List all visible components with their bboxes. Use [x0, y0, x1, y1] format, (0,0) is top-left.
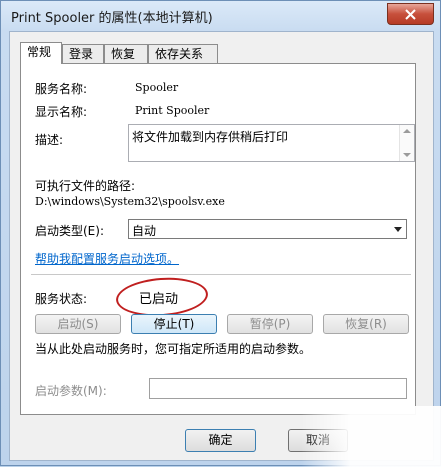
scroll-down-icon[interactable] [403, 153, 411, 157]
display-name-label: 显示名称: [35, 105, 88, 119]
properties-dialog: Print Spooler 的属性(本地计算机) 常规 登录 恢复 依存关系 服… [0, 0, 441, 467]
dialog-client: 常规 登录 恢复 依存关系 服务名称: Spooler 显示名称: Print … [9, 31, 434, 461]
window-title: Print Spooler 的属性(本地计算机) [11, 11, 213, 26]
resume-button[interactable]: 恢复(R) [323, 314, 409, 334]
close-icon [405, 8, 416, 20]
cancel-button[interactable]: 取消 [288, 429, 348, 452]
description-value: 将文件加载到内存供稍后打印 [132, 130, 289, 144]
scroll-up-icon[interactable] [403, 129, 411, 133]
general-tab-panel: 服务名称: Spooler 显示名称: Print Spooler 描述: 将文… [20, 63, 416, 415]
startup-type-label: 启动类型(E): [35, 224, 104, 238]
startup-type-select[interactable]: 自动 [128, 219, 407, 239]
display-name-value: Print Spooler [135, 104, 210, 117]
help-link[interactable]: 帮助我配置服务启动选项。 [35, 250, 179, 267]
description-label: 描述: [35, 133, 64, 147]
start-params-label: 启动参数(M): [35, 384, 107, 398]
start-params-input[interactable] [149, 378, 407, 399]
tab-logon[interactable]: 登录 [62, 44, 104, 63]
description-scrollbar[interactable] [399, 125, 414, 161]
exe-path-label: 可执行文件的路径: [35, 179, 136, 193]
startup-type-value: 自动 [132, 224, 157, 238]
pause-button[interactable]: 暂停(P) [227, 314, 313, 334]
tab-recovery[interactable]: 恢复 [104, 44, 148, 63]
ok-button[interactable]: 确定 [185, 429, 256, 452]
tab-general[interactable]: 常规 [20, 42, 62, 64]
service-status-label: 服务状态: [35, 292, 88, 306]
exe-path-value: D:\windows\System32\spoolsv.exe [35, 195, 225, 208]
start-button[interactable]: 启动(S) [35, 314, 121, 334]
annotation-circle [114, 274, 210, 320]
stop-button[interactable]: 停止(T) [131, 314, 217, 334]
description-box[interactable]: 将文件加载到内存供稍后打印 [128, 124, 415, 162]
service-name-value: Spooler [135, 81, 179, 94]
chevron-down-icon [394, 227, 402, 232]
close-button[interactable] [387, 3, 434, 25]
service-name-label: 服务名称: [35, 82, 88, 96]
start-params-note: 当从此处启动服务时，您可指定所适用的启动参数。 [35, 342, 312, 356]
separator [31, 274, 411, 275]
tab-dependencies[interactable]: 依存关系 [148, 44, 218, 63]
